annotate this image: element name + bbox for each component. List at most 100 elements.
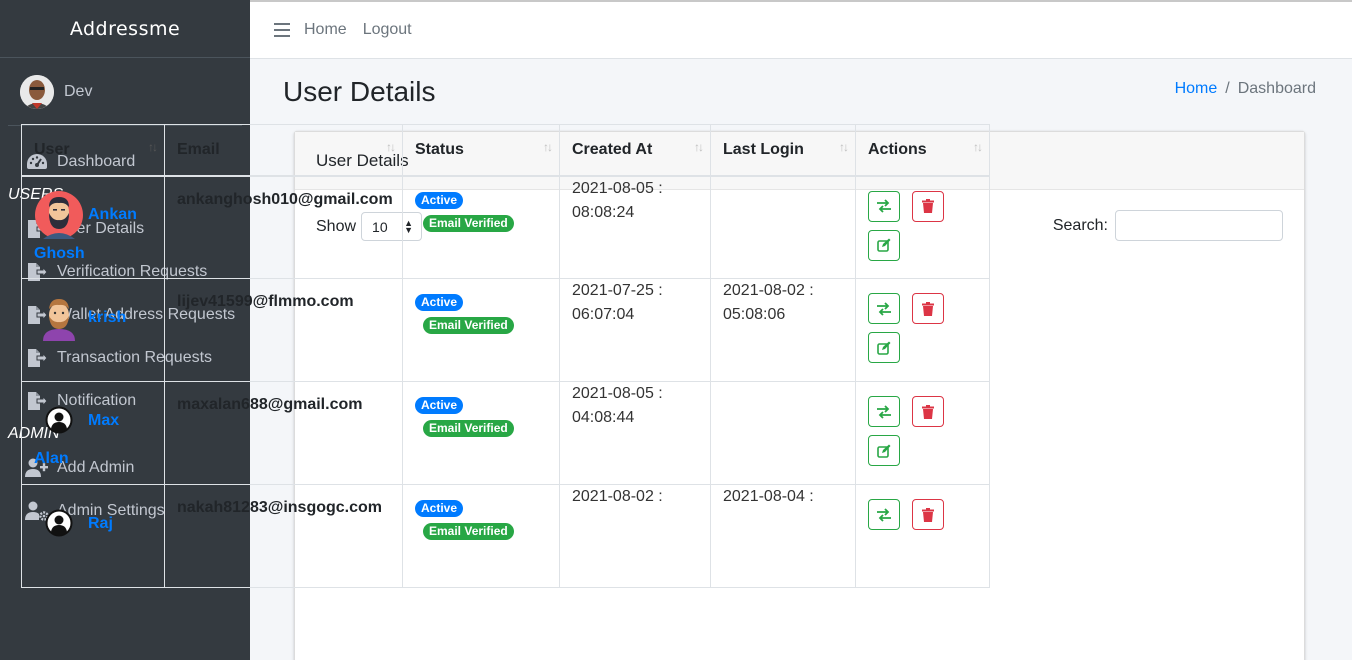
toggle-status-button[interactable] bbox=[868, 190, 900, 222]
sort-icon: ↑↓ bbox=[386, 140, 396, 154]
user-first-name-link[interactable]: Ankan bbox=[88, 206, 137, 224]
sort-icon: ↑↓ bbox=[694, 140, 704, 154]
exchange-icon bbox=[877, 199, 891, 213]
delete-user-button[interactable] bbox=[912, 396, 944, 427]
edit-user-button[interactable] bbox=[868, 332, 900, 363]
actions-cell bbox=[855, 278, 990, 382]
column-header-user[interactable]: User ↑↓ bbox=[21, 124, 165, 177]
email-cell: nakah81283@insgogc.com bbox=[164, 484, 403, 588]
nav-logout-link[interactable]: Logout bbox=[363, 21, 412, 39]
brand[interactable]: Addressme bbox=[0, 0, 250, 58]
table-row: Ankan Ghosh ankanghosh010@gmail.com Acti… bbox=[21, 175, 990, 279]
edit-icon bbox=[877, 341, 891, 355]
last-login-cell: 2021-08-02 :05:08:06 bbox=[710, 278, 856, 382]
status-cell: Active Email Verified bbox=[402, 484, 560, 588]
exchange-icon bbox=[877, 404, 891, 419]
status-badge: Active bbox=[415, 191, 464, 209]
toggle-status-button[interactable] bbox=[868, 499, 900, 530]
user-cell: Max Alan bbox=[21, 381, 165, 485]
created-at-cell: 2021-07-25 :06:07:04 bbox=[559, 278, 711, 382]
user-circle-icon bbox=[34, 395, 84, 445]
toggle-status-button[interactable] bbox=[868, 293, 900, 324]
sort-asc-icon: ↑↓ bbox=[148, 140, 158, 154]
user-name: Dev bbox=[64, 82, 93, 100]
last-login-cell bbox=[710, 381, 856, 485]
actions-cell bbox=[855, 381, 990, 485]
column-header-email[interactable]: Email ↑↓ bbox=[164, 124, 403, 177]
user-avatar bbox=[20, 74, 54, 109]
breadcrumb: Home / Dashboard bbox=[1175, 80, 1316, 98]
status-cell: Active Email Verified bbox=[402, 278, 560, 382]
user-cell: Ankan Ghosh bbox=[21, 175, 165, 279]
sort-icon: ↑↓ bbox=[839, 140, 849, 154]
delete-user-button[interactable] bbox=[912, 499, 944, 530]
email-verified-badge: Email Verified bbox=[423, 420, 514, 437]
search-input[interactable] bbox=[1115, 210, 1283, 241]
exchange-icon bbox=[877, 301, 891, 316]
toggle-status-button[interactable] bbox=[868, 396, 900, 427]
trash-icon bbox=[922, 301, 934, 316]
user-email: lijev41599@flmmo.com bbox=[177, 293, 354, 310]
delete-user-button[interactable] bbox=[912, 293, 944, 324]
table-header-row: User ↑↓ Email ↑↓ Status ↑↓ Created At ↑↓ Las… bbox=[21, 124, 990, 177]
table-row: Max Alan maxalan688@gmail.com Active Ema… bbox=[21, 381, 990, 485]
email-cell: lijev41599@flmmo.com bbox=[164, 278, 403, 382]
user-cell: krish bbox=[21, 278, 165, 382]
table-search: Search: bbox=[1053, 210, 1283, 241]
user-email: ankanghosh010@gmail.com bbox=[177, 190, 393, 208]
email-cell: ankanghosh010@gmail.com bbox=[164, 175, 403, 279]
menu-toggle-icon[interactable] bbox=[274, 23, 290, 37]
brand-text: Addressme bbox=[69, 17, 181, 40]
breadcrumb-current: Dashboard bbox=[1237, 80, 1316, 97]
trash-icon bbox=[922, 404, 934, 419]
actions-cell bbox=[855, 175, 990, 279]
man-avatar-icon bbox=[34, 292, 84, 342]
user-last-name-link[interactable]: Alan bbox=[34, 450, 69, 468]
user-cell: Raj bbox=[21, 484, 165, 588]
exchange-icon bbox=[877, 507, 891, 522]
status-badge: Active bbox=[415, 500, 464, 517]
status-cell: Active Email Verified bbox=[402, 175, 560, 279]
email-verified-badge: Email Verified bbox=[423, 317, 514, 334]
trash-icon bbox=[922, 507, 934, 522]
sort-icon: ↑↓ bbox=[973, 140, 983, 154]
column-header-status[interactable]: Status ↑↓ bbox=[402, 124, 560, 177]
delete-user-button[interactable] bbox=[912, 190, 944, 222]
nav-home-link[interactable]: Home bbox=[304, 21, 347, 39]
edit-user-button[interactable] bbox=[868, 435, 900, 466]
actions-cell bbox=[855, 484, 990, 588]
page-title: User Details bbox=[283, 76, 436, 107]
table-row: Raj nakah81283@insgogc.com Active Email … bbox=[21, 484, 990, 588]
column-header-created-at[interactable]: Created At ↑↓ bbox=[559, 124, 711, 177]
email-verified-badge: Email Verified bbox=[423, 523, 514, 540]
edit-icon bbox=[877, 238, 891, 252]
edit-icon bbox=[877, 444, 891, 458]
column-header-last-login[interactable]: Last Login ↑↓ bbox=[710, 124, 856, 177]
status-cell: Active Email Verified bbox=[402, 381, 560, 485]
user-first-name-link[interactable]: krish bbox=[88, 309, 126, 327]
user-email: maxalan688@gmail.com bbox=[177, 396, 363, 413]
last-login-cell bbox=[710, 175, 856, 279]
users-table: User ↑↓ Email ↑↓ Status ↑↓ Created At ↑↓ Las… bbox=[21, 124, 990, 588]
search-label: Search: bbox=[1052, 216, 1108, 234]
sort-icon: ↑↓ bbox=[543, 140, 553, 154]
breadcrumb-home[interactable]: Home bbox=[1175, 80, 1218, 97]
status-badge: Active bbox=[415, 397, 464, 414]
trash-icon bbox=[922, 199, 934, 213]
top-navbar: Home Logout bbox=[250, 0, 1352, 59]
bearded-man-avatar-icon bbox=[34, 190, 84, 240]
created-at-cell: 2021-08-02 : bbox=[559, 484, 711, 588]
column-header-actions[interactable]: Actions ↑↓ bbox=[855, 124, 990, 177]
user-circle-icon bbox=[34, 498, 84, 548]
email-verified-badge: Email Verified bbox=[423, 214, 514, 232]
last-login-cell: 2021-08-04 : bbox=[710, 484, 856, 588]
status-badge: Active bbox=[415, 294, 464, 311]
user-first-name-link[interactable]: Max bbox=[88, 412, 119, 430]
edit-user-button[interactable] bbox=[868, 229, 900, 261]
email-cell: maxalan688@gmail.com bbox=[164, 381, 403, 485]
user-first-name-link[interactable]: Raj bbox=[88, 515, 113, 533]
user-last-name-link[interactable]: Ghosh bbox=[34, 245, 85, 263]
user-email: nakah81283@insgogc.com bbox=[177, 499, 383, 516]
user-panel[interactable]: Dev bbox=[8, 58, 242, 126]
created-at-cell: 2021-08-05 :04:08:44 bbox=[559, 381, 711, 485]
